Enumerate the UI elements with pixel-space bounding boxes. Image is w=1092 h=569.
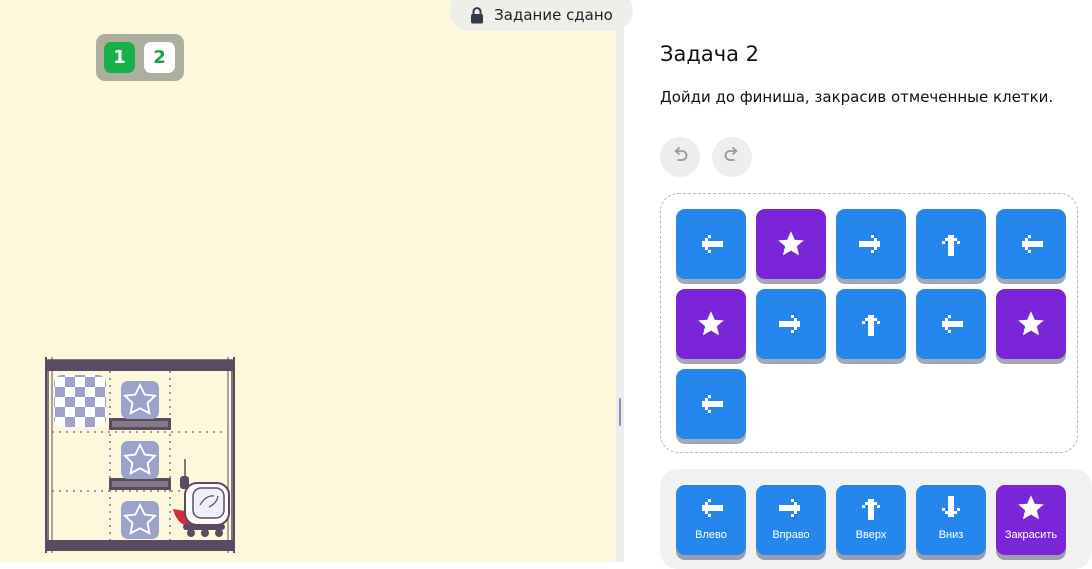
- program-block-left[interactable]: [676, 209, 746, 279]
- board-svg: [45, 357, 235, 553]
- palette-down-button[interactable]: Вниз: [916, 485, 986, 555]
- arrow-left-icon: [696, 389, 726, 419]
- program-block-up[interactable]: [836, 289, 906, 359]
- star-icon: [776, 229, 806, 259]
- program-block-left[interactable]: [916, 289, 986, 359]
- arrow-right-icon: [776, 309, 806, 339]
- redo-icon: [723, 146, 741, 168]
- program-block-paint[interactable]: [756, 209, 826, 279]
- star-icon: [121, 381, 159, 419]
- palette-right-button[interactable]: Вправо: [756, 485, 826, 555]
- program-block-up[interactable]: [916, 209, 986, 279]
- pane-divider[interactable]: [616, 0, 624, 562]
- star-icon: [1016, 493, 1046, 523]
- arrow-down-icon: [936, 493, 966, 523]
- lock-icon: [470, 6, 484, 24]
- command-label: Вверх: [855, 529, 887, 541]
- arrow-left-icon: [696, 493, 726, 523]
- arrow-right-icon: [856, 229, 886, 259]
- command-label: Вправо: [772, 529, 810, 541]
- palette-paint-button[interactable]: Закрасить: [996, 485, 1066, 555]
- program-block-paint[interactable]: [996, 289, 1066, 359]
- star-icon: [121, 441, 159, 479]
- submission-status-text: Задание сдано: [494, 6, 613, 24]
- star-icon: [121, 501, 159, 539]
- arrow-up-icon: [856, 493, 886, 523]
- robot-icon: [173, 459, 230, 537]
- arrow-up-icon: [936, 229, 966, 259]
- program-block-paint[interactable]: [676, 289, 746, 359]
- palette-left-button[interactable]: Влево: [676, 485, 746, 555]
- undo-icon: [671, 146, 689, 168]
- command-label: Закрасить: [1004, 529, 1058, 541]
- arrow-left-icon: [696, 229, 726, 259]
- undo-button[interactable]: [660, 137, 700, 177]
- task-title: Задача 2: [660, 42, 760, 66]
- command-label: Влево: [695, 529, 727, 541]
- arrow-left-icon: [1016, 229, 1046, 259]
- command-label: Вниз: [938, 529, 964, 541]
- checkered-flag-icon: [54, 375, 106, 427]
- program-block-right[interactable]: [836, 209, 906, 279]
- level-2-button[interactable]: 2: [144, 42, 175, 73]
- program-block-left[interactable]: [996, 209, 1066, 279]
- star-icon: [1016, 309, 1046, 339]
- arrow-left-icon: [936, 309, 966, 339]
- arrow-up-icon: [856, 309, 886, 339]
- program-block-left[interactable]: [676, 369, 746, 439]
- submission-status-badge: Задание сдано: [450, 0, 633, 31]
- level-switcher: 1 2: [96, 34, 184, 81]
- redo-button[interactable]: [712, 137, 752, 177]
- level-1-button[interactable]: 1: [104, 42, 135, 73]
- palette-up-button[interactable]: Вверх: [836, 485, 906, 555]
- game-board: [45, 357, 235, 553]
- program-block-right[interactable]: [756, 289, 826, 359]
- task-description: Дойди до финиша, закрасив отмеченные кле…: [660, 88, 1054, 106]
- arrow-right-icon: [776, 493, 806, 523]
- star-icon: [696, 309, 726, 339]
- divider-handle[interactable]: [619, 398, 621, 426]
